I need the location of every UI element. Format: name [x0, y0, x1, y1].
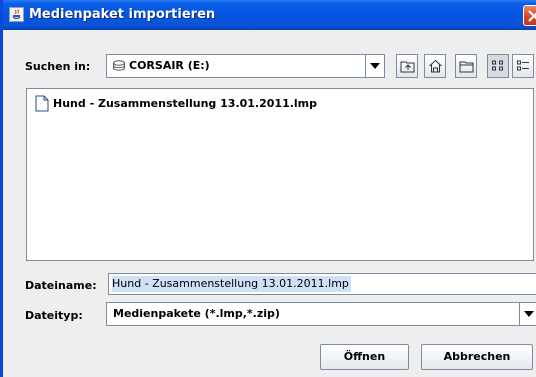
close-button[interactable] [523, 5, 536, 26]
title-bar[interactable]: Medienpaket importieren [3, 0, 536, 30]
cancel-button[interactable]: Abbrechen [421, 344, 533, 370]
window-title: Medienpaket importieren [29, 7, 216, 22]
lookin-value: CORSAIR (E:) [129, 59, 210, 72]
new-folder-icon [459, 61, 474, 73]
file-dialog-window: Medienpaket importieren Suchen in: CORSA… [0, 0, 536, 377]
new-folder-button[interactable] [455, 54, 477, 78]
details-view-icon [517, 60, 529, 71]
chevron-down-icon [370, 63, 380, 69]
list-view-icon [492, 60, 503, 71]
file-name: Hund - Zusammenstellung 13.01.2011.lmp [53, 97, 318, 110]
filetype-label: Dateityp: [25, 309, 83, 322]
chevron-down-icon [524, 311, 534, 317]
lookin-label: Suchen in: [25, 60, 91, 73]
filetype-dropdown-arrow[interactable] [519, 303, 536, 325]
open-button[interactable]: Öffnen [320, 344, 409, 370]
close-icon [528, 10, 536, 22]
filetype-value: Medienpakete (*.lmp,*.zip) [113, 307, 280, 320]
drive-icon [113, 60, 125, 71]
home-icon [429, 59, 442, 73]
lookin-combobox[interactable]: CORSAIR (E:) [106, 54, 385, 78]
list-view-button[interactable] [487, 54, 509, 78]
java-app-icon [9, 7, 24, 22]
file-icon [35, 95, 49, 112]
filetype-combobox[interactable]: Medienpakete (*.lmp,*.zip) [106, 302, 536, 326]
lookin-dropdown-arrow[interactable] [365, 55, 384, 77]
details-view-button[interactable] [512, 54, 534, 78]
up-one-level-button[interactable] [396, 54, 418, 78]
file-list[interactable]: Hund - Zusammenstellung 13.01.2011.lmp [26, 88, 534, 261]
filename-field[interactable]: Hund - Zusammenstellung 13.01.2011.lmp [108, 273, 536, 295]
filename-label: Dateiname: [25, 279, 97, 292]
home-button[interactable] [424, 54, 446, 78]
up-folder-icon [400, 61, 415, 73]
filename-value: Hund - Zusammenstellung 13.01.2011.lmp [112, 276, 351, 292]
